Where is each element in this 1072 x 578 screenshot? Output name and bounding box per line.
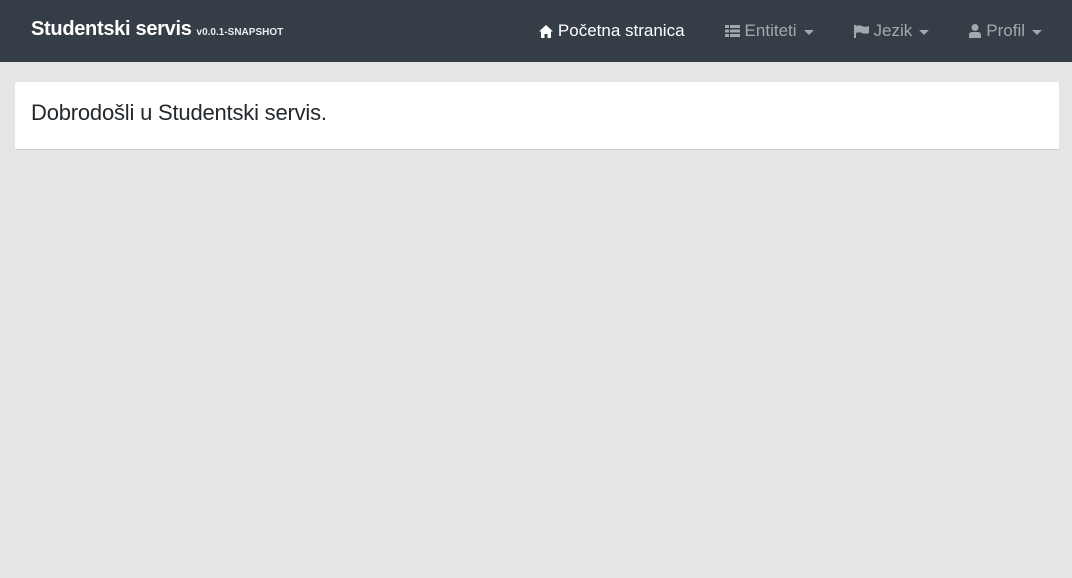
nav-item-jezik[interactable]: Jezik — [853, 0, 930, 62]
nav-item-entiteti[interactable]: Entiteti — [724, 0, 814, 62]
user-icon — [969, 24, 982, 38]
nav-menu: Početna stranica Entiteti Jezik Profil — [538, 0, 1072, 62]
brand-version: v0.0.1-SNAPSHOT — [196, 27, 284, 38]
nav-item-jezik-label: Jezik — [873, 21, 913, 40]
nav-item-home[interactable]: Početna stranica — [538, 0, 685, 62]
brand-link[interactable]: Studentski servis v0.0.1-SNAPSHOT — [31, 18, 283, 41]
chevron-down-icon — [919, 29, 930, 35]
flag-icon — [853, 24, 869, 38]
nav-item-profil-label: Profil — [986, 21, 1025, 40]
top-navbar: Studentski servis v0.0.1-SNAPSHOT Početn… — [0, 0, 1072, 62]
nav-item-entiteti-label: Entiteti — [744, 21, 797, 40]
brand-name: Studentski servis — [31, 18, 192, 40]
home-icon — [538, 24, 553, 38]
chevron-down-icon — [803, 29, 814, 35]
nav-item-home-label: Početna stranica — [557, 21, 685, 40]
list-icon — [724, 25, 740, 37]
nav-item-profil[interactable]: Profil — [969, 0, 1042, 62]
welcome-text: Dobrodošli u Studentski servis. — [31, 100, 327, 125]
welcome-card: Dobrodošli u Studentski servis. — [15, 82, 1059, 150]
chevron-down-icon — [1032, 29, 1042, 35]
